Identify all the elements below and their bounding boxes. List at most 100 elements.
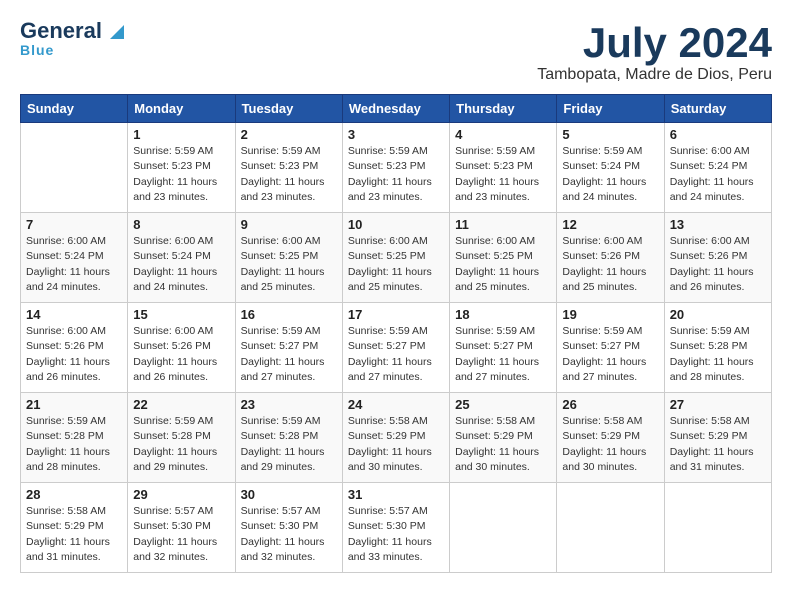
day-info: Sunrise: 6:00 AMSunset: 5:24 PMDaylight:…: [670, 144, 766, 205]
day-info: Sunrise: 5:59 AMSunset: 5:27 PMDaylight:…: [348, 324, 444, 385]
day-info: Sunrise: 5:58 AMSunset: 5:29 PMDaylight:…: [455, 414, 551, 475]
day-number: 29: [133, 487, 229, 502]
day-number: 2: [241, 127, 337, 142]
calendar-cell: 28 Sunrise: 5:58 AMSunset: 5:29 PMDayligh…: [21, 483, 128, 573]
page-header: General Blue July 2024 Tambopata, Madre …: [20, 20, 772, 84]
calendar-week-5: 28 Sunrise: 5:58 AMSunset: 5:29 PMDayligh…: [21, 483, 772, 573]
day-info: Sunrise: 5:57 AMSunset: 5:30 PMDaylight:…: [348, 504, 444, 565]
day-info: Sunrise: 5:59 AMSunset: 5:28 PMDaylight:…: [670, 324, 766, 385]
calendar-cell: 13 Sunrise: 6:00 AMSunset: 5:26 PMDayligh…: [664, 213, 771, 303]
day-number: 6: [670, 127, 766, 142]
logo-blue: Blue: [20, 42, 54, 58]
calendar-cell: 4Sunrise: 5:59 AMSunset: 5:23 PMDaylight…: [450, 123, 557, 213]
day-number: 23: [241, 397, 337, 412]
day-info: Sunrise: 5:58 AMSunset: 5:29 PMDaylight:…: [670, 414, 766, 475]
day-number: 18: [455, 307, 551, 322]
calendar-cell: 17Sunrise: 5:59 AMSunset: 5:27 PMDayligh…: [342, 303, 449, 393]
calendar-cell: 24 Sunrise: 5:58 AMSunset: 5:29 PMDayligh…: [342, 393, 449, 483]
calendar-cell: 3 Sunrise: 5:59 AMSunset: 5:23 PMDaylight…: [342, 123, 449, 213]
day-info: Sunrise: 5:57 AMSunset: 5:30 PMDaylight:…: [241, 504, 337, 565]
day-info: Sunrise: 5:59 AMSunset: 5:28 PMDaylight:…: [133, 414, 229, 475]
calendar-cell: 9Sunrise: 6:00 AMSunset: 5:25 PMDaylight…: [235, 213, 342, 303]
day-info: Sunrise: 6:00 AMSunset: 5:26 PMDaylight:…: [670, 234, 766, 295]
day-info: Sunrise: 6:00 AMSunset: 5:25 PMDaylight:…: [455, 234, 551, 295]
header-cell-tuesday: Tuesday: [235, 95, 342, 123]
calendar-body: 1 Sunrise: 5:59 AMSunset: 5:23 PMDaylight…: [21, 123, 772, 573]
calendar-cell: 6 Sunrise: 6:00 AMSunset: 5:24 PMDaylight…: [664, 123, 771, 213]
day-info: Sunrise: 6:00 AMSunset: 5:25 PMDaylight:…: [348, 234, 444, 295]
calendar-cell: 12 Sunrise: 6:00 AMSunset: 5:26 PMDayligh…: [557, 213, 664, 303]
calendar-cell: 5Sunrise: 5:59 AMSunset: 5:24 PMDaylight…: [557, 123, 664, 213]
calendar-week-4: 21 Sunrise: 5:59 AMSunset: 5:28 PMDayligh…: [21, 393, 772, 483]
day-info: Sunrise: 6:00 AMSunset: 5:24 PMDaylight:…: [26, 234, 122, 295]
calendar-cell: 27 Sunrise: 5:58 AMSunset: 5:29 PMDayligh…: [664, 393, 771, 483]
day-number: 13: [670, 217, 766, 232]
day-info: Sunrise: 5:59 AMSunset: 5:28 PMDaylight:…: [26, 414, 122, 475]
location-title: Tambopata, Madre de Dios, Peru: [537, 66, 772, 84]
calendar-cell: 19Sunrise: 5:59 AMSunset: 5:27 PMDayligh…: [557, 303, 664, 393]
day-number: 21: [26, 397, 122, 412]
calendar-cell: 16 Sunrise: 5:59 AMSunset: 5:27 PMDayligh…: [235, 303, 342, 393]
day-number: 30: [241, 487, 337, 502]
day-number: 1: [133, 127, 229, 142]
day-number: 28: [26, 487, 122, 502]
calendar-cell: 2 Sunrise: 5:59 AMSunset: 5:23 PMDaylight…: [235, 123, 342, 213]
day-number: 8: [133, 217, 229, 232]
day-number: 9: [241, 217, 337, 232]
calendar-cell: 20 Sunrise: 5:59 AMSunset: 5:28 PMDayligh…: [664, 303, 771, 393]
day-info: Sunrise: 5:59 AMSunset: 5:27 PMDaylight:…: [241, 324, 337, 385]
day-number: 31: [348, 487, 444, 502]
calendar-cell: 7 Sunrise: 6:00 AMSunset: 5:24 PMDaylight…: [21, 213, 128, 303]
day-info: Sunrise: 6:00 AMSunset: 5:26 PMDaylight:…: [562, 234, 658, 295]
day-number: 4: [455, 127, 551, 142]
calendar-table: SundayMondayTuesdayWednesdayThursdayFrid…: [20, 94, 772, 573]
calendar-cell: 18Sunrise: 5:59 AMSunset: 5:27 PMDayligh…: [450, 303, 557, 393]
calendar-cell: 23 Sunrise: 5:59 AMSunset: 5:28 PMDayligh…: [235, 393, 342, 483]
day-info: Sunrise: 5:59 AMSunset: 5:23 PMDaylight:…: [241, 144, 337, 205]
day-number: 3: [348, 127, 444, 142]
calendar-cell: 11 Sunrise: 6:00 AMSunset: 5:25 PMDayligh…: [450, 213, 557, 303]
logo-general: General: [20, 20, 102, 42]
day-number: 19: [562, 307, 658, 322]
calendar-cell: 30 Sunrise: 5:57 AMSunset: 5:30 PMDayligh…: [235, 483, 342, 573]
day-info: Sunrise: 6:00 AMSunset: 5:26 PMDaylight:…: [26, 324, 122, 385]
calendar-cell: 10 Sunrise: 6:00 AMSunset: 5:25 PMDayligh…: [342, 213, 449, 303]
day-number: 10: [348, 217, 444, 232]
day-number: 7: [26, 217, 122, 232]
day-number: 14: [26, 307, 122, 322]
day-number: 25: [455, 397, 551, 412]
calendar-cell: 1Sunrise: 5:59 AMSunset: 5:23 PMDaylight…: [128, 123, 235, 213]
day-number: 12: [562, 217, 658, 232]
calendar-cell: 31 Sunrise: 5:57 AMSunset: 5:30 PMDayligh…: [342, 483, 449, 573]
header-cell-thursday: Thursday: [450, 95, 557, 123]
title-block: July 2024 Tambopata, Madre de Dios, Peru: [537, 20, 772, 84]
calendar-cell: 8 Sunrise: 6:00 AMSunset: 5:24 PMDaylight…: [128, 213, 235, 303]
day-number: 16: [241, 307, 337, 322]
day-number: 27: [670, 397, 766, 412]
day-info: Sunrise: 5:57 AMSunset: 5:30 PMDaylight:…: [133, 504, 229, 565]
day-info: Sunrise: 6:00 AMSunset: 5:24 PMDaylight:…: [133, 234, 229, 295]
header-row: SundayMondayTuesdayWednesdayThursdayFrid…: [21, 95, 772, 123]
header-cell-sunday: Sunday: [21, 95, 128, 123]
day-info: Sunrise: 5:59 AMSunset: 5:28 PMDaylight:…: [241, 414, 337, 475]
calendar-week-3: 14 Sunrise: 6:00 AMSunset: 5:26 PMDayligh…: [21, 303, 772, 393]
day-info: Sunrise: 5:58 AMSunset: 5:29 PMDaylight:…: [348, 414, 444, 475]
calendar-cell: [450, 483, 557, 573]
header-cell-wednesday: Wednesday: [342, 95, 449, 123]
header-cell-friday: Friday: [557, 95, 664, 123]
calendar-cell: 25 Sunrise: 5:58 AMSunset: 5:29 PMDayligh…: [450, 393, 557, 483]
day-info: Sunrise: 6:00 AMSunset: 5:26 PMDaylight:…: [133, 324, 229, 385]
day-info: Sunrise: 5:59 AMSunset: 5:23 PMDaylight:…: [348, 144, 444, 205]
calendar-cell: 14 Sunrise: 6:00 AMSunset: 5:26 PMDayligh…: [21, 303, 128, 393]
logo: General Blue: [20, 20, 124, 58]
day-number: 11: [455, 217, 551, 232]
calendar-cell: 21 Sunrise: 5:59 AMSunset: 5:28 PMDayligh…: [21, 393, 128, 483]
calendar-header: SundayMondayTuesdayWednesdayThursdayFrid…: [21, 95, 772, 123]
calendar-cell: 26Sunrise: 5:58 AMSunset: 5:29 PMDayligh…: [557, 393, 664, 483]
day-info: Sunrise: 5:58 AMSunset: 5:29 PMDaylight:…: [26, 504, 122, 565]
day-number: 5: [562, 127, 658, 142]
day-number: 20: [670, 307, 766, 322]
header-cell-monday: Monday: [128, 95, 235, 123]
day-number: 24: [348, 397, 444, 412]
calendar-cell: [557, 483, 664, 573]
